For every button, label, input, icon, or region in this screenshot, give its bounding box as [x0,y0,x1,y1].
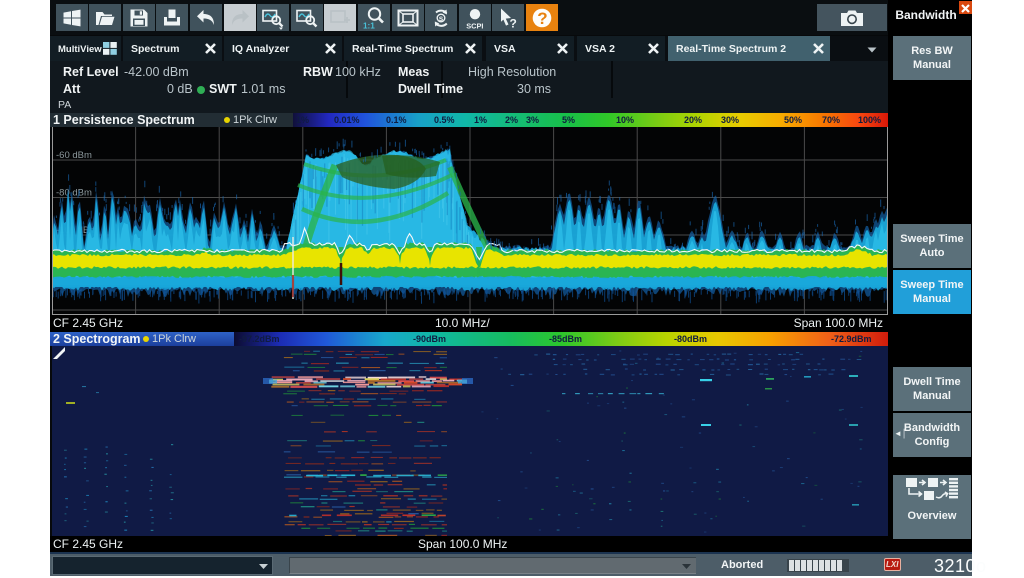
svg-text:s: s [439,13,444,22]
svg-text:?: ? [510,16,517,30]
svg-text:-60 dBm: -60 dBm [56,150,92,161]
svg-text:SCPI: SCPI [466,21,483,30]
svg-text:?: ? [537,9,547,28]
svg-text:-80 dBm: -80 dBm [56,188,92,199]
svg-text:1:1: 1:1 [363,21,375,30]
